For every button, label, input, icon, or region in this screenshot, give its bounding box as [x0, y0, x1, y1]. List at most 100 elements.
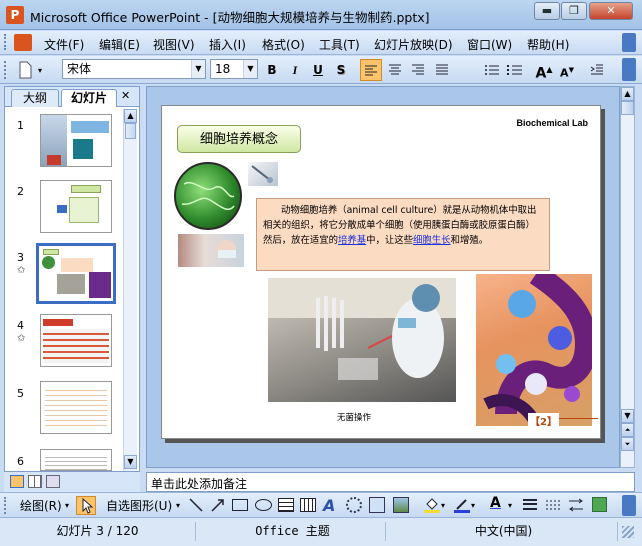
menu-grip[interactable] — [4, 34, 7, 50]
lab-worker-photo[interactable] — [178, 234, 244, 267]
menu-file[interactable]: 文件(F) — [44, 36, 84, 53]
chevron-down-icon[interactable]: ▾ — [508, 501, 512, 510]
scroll-up-icon[interactable]: ▲ — [621, 87, 634, 101]
definition-text-box[interactable]: 动物细胞培养（animal cell culture）就是从动物机体中取出相关的… — [256, 198, 550, 271]
notes-pane[interactable]: 单击此处添加备注 — [146, 472, 635, 492]
scroll-down-icon[interactable]: ▼ — [621, 409, 634, 423]
slide-editing-area[interactable]: 细胞培养概念 Biochemical Lab 动物细胞培养（animal cel… — [146, 86, 620, 468]
slide-thumbnail-3[interactable] — [36, 243, 116, 304]
font-name-select[interactable]: 宋体 ▼ — [62, 59, 206, 79]
menu-tools[interactable]: 工具(T) — [319, 36, 360, 53]
cell-illustration[interactable] — [476, 264, 598, 427]
arrow-style-icon[interactable] — [568, 498, 584, 512]
culture-medium-link[interactable]: 培养基 — [338, 235, 366, 246]
chevron-down-icon[interactable]: ▾ — [65, 501, 69, 510]
scroll-thumb[interactable] — [621, 101, 634, 115]
cell-growth-link[interactable]: 细胞生长 — [413, 235, 451, 246]
font-color-icon[interactable]: A — [490, 495, 506, 513]
close-button[interactable]: ✕ — [589, 2, 633, 20]
slide-thumbnail-6[interactable] — [40, 449, 112, 471]
chevron-down-icon[interactable]: ▾ — [441, 501, 445, 510]
align-right-button[interactable] — [407, 59, 429, 81]
shadow-style-icon[interactable] — [592, 497, 607, 512]
pipette-image[interactable] — [248, 162, 278, 186]
menu-insert[interactable]: 插入(I) — [209, 36, 246, 53]
tab-outline[interactable]: 大纲 — [11, 89, 59, 107]
shadow-button[interactable]: S — [331, 59, 351, 81]
notes-placeholder[interactable]: 单击此处添加备注 — [151, 477, 247, 491]
chevron-down-icon[interactable]: ▼ — [191, 60, 205, 78]
slide-thumbnail-4[interactable] — [40, 314, 112, 367]
document-icon[interactable] — [14, 34, 32, 51]
bold-button[interactable]: B — [262, 59, 282, 81]
toolbar-grip[interactable] — [4, 61, 7, 79]
scroll-thumb[interactable] — [125, 123, 136, 139]
align-left-button[interactable] — [360, 59, 382, 81]
slide-thumbnail-1[interactable] — [40, 114, 112, 167]
dash-style-icon[interactable] — [545, 498, 561, 512]
normal-view-icon[interactable] — [10, 475, 24, 488]
italic-button[interactable]: I — [285, 59, 305, 81]
wordart-icon[interactable]: A — [323, 496, 339, 515]
justify-button[interactable] — [431, 59, 453, 81]
toolbar-grip[interactable] — [4, 497, 7, 514]
menu-overflow-button[interactable] — [622, 33, 636, 52]
chevron-down-icon[interactable]: ▾ — [471, 501, 475, 510]
vertical-textbox-icon[interactable] — [300, 498, 316, 512]
clipart-icon[interactable] — [369, 497, 385, 513]
cell-culture-micrograph[interactable] — [174, 162, 242, 230]
menu-format[interactable]: 格式(O) — [262, 36, 305, 53]
scroll-down-icon[interactable]: ▼ — [124, 455, 137, 469]
align-center-button[interactable] — [384, 59, 406, 81]
arrow-tool-icon[interactable] — [210, 497, 226, 513]
previous-slide-icon[interactable]: ⏶ — [621, 423, 634, 437]
line-color-icon[interactable] — [454, 497, 470, 513]
scroll-up-icon[interactable]: ▲ — [124, 109, 137, 123]
decrease-font-button[interactable]: A▼ — [556, 59, 578, 81]
menu-window[interactable]: 窗口(W) — [467, 36, 512, 53]
photo-caption[interactable]: 无菌操作 — [337, 411, 371, 423]
language-indicator[interactable]: 中文(中国) — [390, 522, 618, 541]
next-slide-icon[interactable]: ⏷ — [621, 437, 634, 451]
picture-icon[interactable] — [393, 497, 409, 513]
select-pointer-icon[interactable] — [76, 496, 96, 515]
aseptic-operation-photo[interactable] — [268, 278, 456, 402]
close-pane-icon[interactable]: ✕ — [121, 89, 130, 102]
line-style-icon[interactable] — [522, 498, 538, 512]
thumbnail-scrollbar[interactable]: ▲ ▼ — [123, 109, 137, 471]
theme-name[interactable]: Office 主题 — [200, 522, 386, 541]
slide-vertical-scrollbar[interactable]: ▲ ▼ ⏶ ⏷ — [620, 86, 635, 468]
powerpoint-app-icon[interactable]: P — [6, 6, 24, 24]
menu-slideshow[interactable]: 幻灯片放映(D) — [374, 36, 453, 53]
slide-thumbnail-5[interactable] — [40, 381, 112, 434]
autoshapes-menu-button[interactable]: 自选图形(U) — [106, 497, 172, 514]
tab-slides[interactable]: 幻灯片 — [61, 89, 117, 107]
slide-title[interactable]: 细胞培养概念 — [177, 125, 301, 153]
slide-sorter-icon[interactable] — [28, 475, 42, 488]
line-tool-icon[interactable] — [188, 497, 204, 513]
oval-tool-icon[interactable] — [255, 499, 272, 511]
bullet-list-button[interactable] — [504, 59, 526, 81]
slide-canvas[interactable]: 细胞培养概念 Biochemical Lab 动物细胞培养（animal cel… — [161, 105, 601, 439]
numbered-list-button[interactable] — [481, 59, 503, 81]
fill-color-icon[interactable] — [424, 497, 440, 513]
chevron-down-icon[interactable]: ▾ — [176, 501, 180, 510]
slide-thumbnail-2[interactable] — [40, 180, 112, 233]
resize-grip-icon[interactable] — [622, 526, 634, 538]
draw-toolbar-overflow-button[interactable] — [622, 495, 636, 516]
restore-button[interactable]: ❐ — [561, 2, 587, 20]
decrease-indent-button[interactable] — [586, 59, 608, 81]
underline-button[interactable]: U — [308, 59, 328, 81]
diagram-icon[interactable] — [346, 497, 362, 513]
font-size-select[interactable]: 18 ▼ — [210, 59, 258, 79]
menu-view[interactable]: 视图(V) — [153, 36, 195, 53]
rectangle-tool-icon[interactable] — [232, 499, 248, 511]
toolbar-overflow-button[interactable] — [622, 58, 636, 81]
slideshow-view-icon[interactable] — [46, 475, 60, 488]
draw-menu-button[interactable]: 绘图(R) — [20, 497, 62, 514]
new-dropdown-icon[interactable]: ▾ — [38, 66, 42, 75]
menu-edit[interactable]: 编辑(E) — [99, 36, 140, 53]
new-document-icon[interactable] — [14, 59, 36, 81]
textbox-tool-icon[interactable] — [278, 498, 294, 512]
chevron-down-icon[interactable]: ▼ — [243, 60, 257, 78]
